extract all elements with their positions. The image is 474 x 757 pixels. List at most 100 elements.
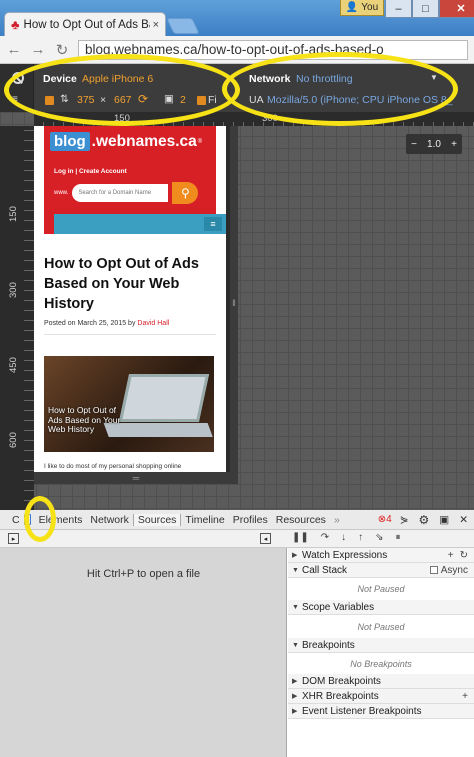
close-devtools-icon[interactable]: ✕: [459, 514, 468, 526]
section-watch[interactable]: ▶ Watch Expressions + ↻: [288, 548, 474, 563]
tab-resources[interactable]: Resources: [272, 514, 330, 526]
console-drawer-icon[interactable]: ⋟: [400, 514, 409, 526]
device-toolbar: ≡ Device Apple iPhone 6 Network No throt…: [0, 64, 474, 112]
step-into-icon[interactable]: ↓: [341, 532, 346, 543]
section-xhr-breakpoints[interactable]: ▶ XHR Breakpoints +: [288, 689, 474, 704]
user-badge[interactable]: 👤 You: [340, 0, 384, 16]
browser-window: { "browser": { "tab_title": "How to Opt …: [0, 0, 474, 757]
device-toolbar-side: ≡: [0, 64, 34, 112]
hamburger-menu-icon[interactable]: ≡: [204, 217, 222, 231]
ruler-label: 300: [262, 113, 278, 124]
refresh-icon[interactable]: ↻: [460, 550, 474, 561]
section-title: Breakpoints: [302, 639, 355, 651]
ua-input[interactable]: Mozilla/5.0 (iPhone; CPU iPhone OS 8_: [267, 94, 453, 106]
close-window-button[interactable]: ✕: [439, 0, 474, 18]
device-mode-icon[interactable]: [23, 514, 31, 525]
url-input[interactable]: blog.webnames.ca/how-to-opt-out-of-ads-b…: [78, 39, 468, 60]
section-title: Call Stack: [302, 564, 348, 576]
tab-sources[interactable]: Sources: [132, 513, 182, 526]
section-scope[interactable]: ▼ Scope Variables: [288, 600, 474, 615]
async-toggle[interactable]: Async: [429, 565, 474, 576]
new-tab-button[interactable]: [166, 18, 200, 34]
device-select[interactable]: Apple iPhone 6: [82, 73, 153, 85]
divider: [44, 334, 216, 335]
forward-arrow-icon[interactable]: →: [30, 41, 46, 58]
dpr-icon: ▣: [164, 93, 174, 105]
ruler-label: 600: [8, 432, 19, 448]
logo-tm: ®: [197, 138, 203, 145]
domain-search-input[interactable]: Search for a Domain Name: [72, 184, 169, 202]
resolution-checkbox[interactable]: [45, 96, 54, 105]
fit-checkbox[interactable]: [197, 96, 206, 105]
pause-icon[interactable]: ❚❚: [292, 532, 309, 543]
www-prefix: www.: [54, 190, 69, 196]
resize-handle-bottom[interactable]: ═: [34, 472, 238, 484]
add-watch-icon[interactable]: +: [448, 550, 460, 561]
expanded-triangle-icon: ▼: [292, 603, 299, 611]
toggle-debugger-icon[interactable]: ◂: [260, 533, 271, 544]
minimize-button[interactable]: –: [385, 0, 412, 18]
zoom-out-button[interactable]: −: [411, 139, 417, 150]
maximize-button[interactable]: □: [412, 0, 439, 18]
tab-timeline[interactable]: Timeline: [181, 514, 228, 526]
tab-close-icon[interactable]: ×: [153, 19, 159, 31]
tab-network[interactable]: Network: [86, 514, 133, 526]
resize-handle-right[interactable]: ‖: [230, 126, 238, 480]
deactivate-breakpoints-icon[interactable]: ⇘: [375, 532, 383, 543]
login-link[interactable]: Log in: [54, 168, 74, 175]
network-select[interactable]: No throttling: [296, 73, 353, 85]
rotate-icon[interactable]: ⟳: [138, 92, 148, 106]
domain-search: www. Search for a Domain Name ⚲: [54, 182, 199, 204]
create-account-link[interactable]: Create Account: [79, 168, 127, 175]
tab-profiles[interactable]: Profiles: [229, 514, 272, 526]
login-row: Log in | Create Account: [54, 168, 127, 175]
step-over-icon[interactable]: ↷: [321, 532, 329, 543]
collapsed-triangle-icon: ▶: [292, 552, 298, 559]
dpr-input[interactable]: 2: [180, 94, 186, 106]
search-icon[interactable]: ⚲: [172, 182, 199, 204]
tab-elements[interactable]: Elements: [35, 514, 87, 526]
source-editor: Hit Ctrl+P to open a file: [0, 548, 287, 757]
zoom-in-button[interactable]: +: [451, 139, 457, 150]
site-logo[interactable]: blog .webnames.ca ®: [50, 132, 202, 151]
user-icon: 👤: [345, 2, 359, 13]
reload-icon[interactable]: ↻: [54, 41, 70, 59]
dock-icon[interactable]: ▣: [439, 514, 449, 526]
media-query-icon[interactable]: ≡: [12, 94, 18, 105]
fit-label: Fi: [208, 94, 217, 106]
post-thumbnail[interactable]: How to Opt Out of Ads Based on Your Web …: [44, 356, 214, 452]
ruler-label: 300: [8, 282, 19, 298]
swap-dimensions-icon[interactable]: ⇅: [60, 93, 69, 105]
ruler-label: 150: [8, 206, 19, 222]
toggle-navigator-icon[interactable]: ▸: [8, 533, 19, 544]
browser-tab[interactable]: ♣ How to Opt Out of Ads Ba ×: [4, 12, 166, 36]
chevron-down-icon[interactable]: ▼: [430, 73, 438, 82]
section-callstack[interactable]: ▼ Call Stack Async: [288, 563, 474, 578]
checkbox-icon: [429, 565, 438, 574]
ruler-ticks: [24, 126, 34, 510]
vertical-ruler: 150 300 450 600: [0, 126, 34, 510]
expanded-triangle-icon: ▼: [292, 566, 299, 574]
url-text: blog.webnames.ca/how-to-opt-out-of-ads-b…: [85, 42, 384, 57]
add-xhr-icon[interactable]: +: [462, 691, 474, 702]
height-input[interactable]: 667: [114, 94, 132, 106]
post-title[interactable]: How to Opt Out of Ads Based on Your Web …: [44, 254, 216, 314]
debugger-controls: ❚❚ ↷ ↓ ↑ ⇘ ⏸: [292, 532, 401, 543]
gear-icon[interactable]: ⚙: [419, 513, 430, 527]
section-event-listener[interactable]: ▶ Event Listener Breakpoints: [288, 704, 474, 719]
author-link[interactable]: David Hall: [137, 320, 169, 327]
pause-on-exceptions-icon[interactable]: ⏸: [396, 532, 401, 543]
collapsed-triangle-icon: ▶: [292, 708, 298, 715]
ruler-label: 150: [114, 113, 130, 124]
error-icon[interactable]: ⊗: [378, 514, 386, 525]
step-out-icon[interactable]: ↑: [358, 532, 363, 543]
more-tabs-icon[interactable]: »: [330, 514, 344, 526]
section-breakpoints[interactable]: ▼ Breakpoints: [288, 638, 474, 653]
section-dom-breakpoints[interactable]: ▶ DOM Breakpoints: [288, 674, 474, 689]
user-badge-label: You: [361, 2, 379, 13]
separator: |: [75, 168, 78, 175]
width-input[interactable]: 375: [77, 94, 95, 106]
disable-emulation-icon[interactable]: [12, 72, 24, 84]
site-header: blog .webnames.ca ® Log in | Create Acco…: [44, 126, 226, 234]
back-arrow-icon[interactable]: ←: [6, 41, 22, 58]
